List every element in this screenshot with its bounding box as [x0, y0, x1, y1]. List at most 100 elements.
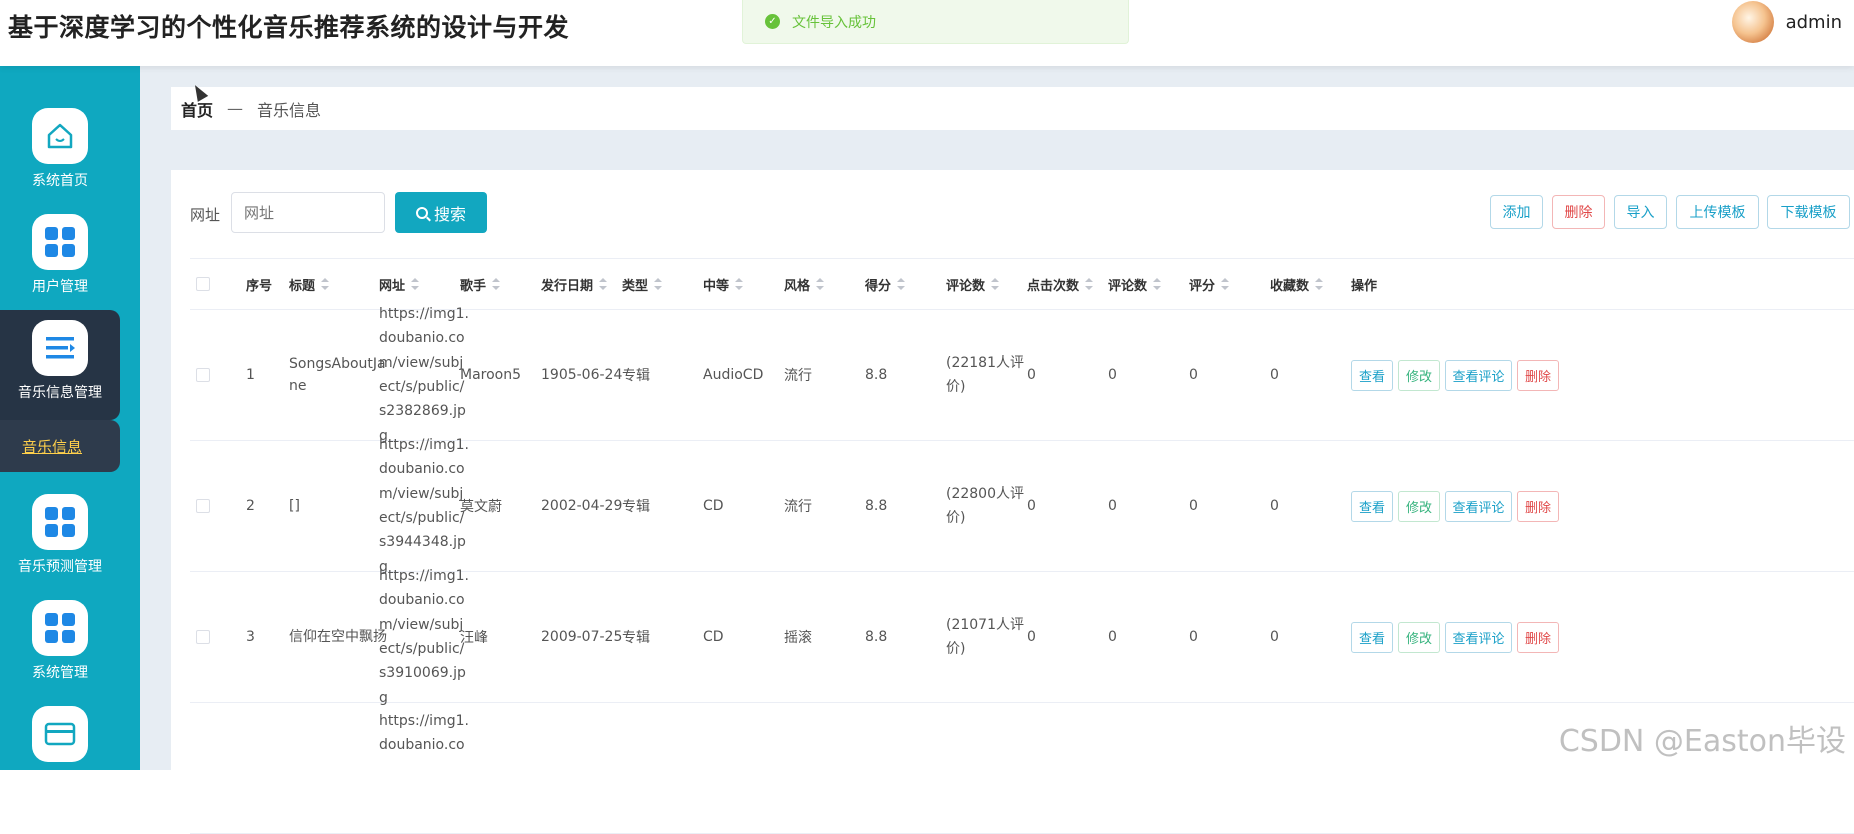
sidebar: 系统首页 用户管理 音乐信息管理 音乐信息 音乐预测管理 系统管理	[0, 66, 140, 770]
cell-score: 8.8	[865, 441, 887, 571]
import-button[interactable]: 导入	[1614, 195, 1667, 229]
sort-icon[interactable]	[1153, 278, 1161, 290]
sort-icon[interactable]	[1315, 278, 1323, 290]
sidebar-item-system[interactable]: 系统管理	[0, 600, 120, 682]
card-icon	[32, 706, 88, 762]
delete-row-button[interactable]: 删除	[1517, 622, 1559, 653]
column-header[interactable]: 点击次数	[1027, 259, 1093, 309]
cell-url: https://img1.doubanio.com/view/subject/s…	[379, 433, 471, 579]
sidebar-item-more[interactable]	[0, 706, 120, 762]
select-all-checkbox[interactable]	[196, 277, 210, 291]
view-button[interactable]: 查看	[1351, 622, 1393, 653]
cell-clicks: 0	[1027, 310, 1036, 440]
column-header[interactable]: 中等	[703, 259, 743, 309]
view-comments-button[interactable]: 查看评论	[1445, 491, 1512, 522]
search-button-label: 搜索	[434, 201, 466, 225]
delete-row-button[interactable]: 删除	[1517, 360, 1559, 391]
sidebar-item-label: 系统管理	[0, 662, 120, 682]
add-button[interactable]: 添加	[1490, 195, 1543, 229]
cell-medium: AudioCD	[703, 310, 763, 440]
column-header[interactable]: 标题	[289, 259, 329, 309]
cell-score: 8.8	[865, 310, 887, 440]
cell-singer: Maroon5	[460, 310, 521, 440]
sort-icon[interactable]	[599, 278, 607, 290]
cell-title: []	[289, 495, 387, 517]
avatar[interactable]	[1732, 1, 1774, 43]
username[interactable]: admin	[1786, 12, 1842, 33]
search-button[interactable]: 搜索	[395, 192, 487, 233]
cell-style: 流行	[784, 310, 812, 440]
sort-icon[interactable]	[735, 278, 743, 290]
sidebar-item-users[interactable]: 用户管理	[0, 214, 120, 296]
column-header[interactable]: 评分	[1189, 259, 1229, 309]
row-checkbox[interactable]	[196, 499, 210, 513]
edit-button[interactable]: 修改	[1398, 360, 1440, 391]
app-title: 基于深度学习的个性化音乐推荐系统的设计与开发	[8, 8, 569, 44]
sidebar-item-label: 音乐信息管理	[0, 382, 120, 402]
download-template-button[interactable]: 下载模板	[1767, 195, 1850, 229]
sidebar-item-music-prediction[interactable]: 音乐预测管理	[0, 494, 120, 576]
sort-icon[interactable]	[492, 278, 500, 290]
cell-index: 1	[246, 310, 255, 440]
column-header[interactable]: 得分	[865, 259, 905, 309]
main-content: 首页 — 音乐信息 网址 搜索 添加 删除 导入 上传模板 下载模板 序号 标题…	[140, 66, 1854, 770]
sort-icon[interactable]	[654, 278, 662, 290]
column-header[interactable]: 发行日期	[541, 259, 607, 309]
column-header[interactable]: 评论数	[1108, 259, 1161, 309]
column-header: 操作	[1351, 259, 1377, 309]
table-row: 3 信仰在空中飘扬 https://img1.doubanio.com/view…	[190, 572, 1854, 703]
view-button[interactable]: 查看	[1351, 491, 1393, 522]
column-header[interactable]: 收藏数	[1270, 259, 1323, 309]
content-panel: 网址 搜索 添加 删除 导入 上传模板 下载模板 序号 标题 网址 歌手 发行日…	[171, 170, 1854, 770]
cell-singer: 莫文蔚	[460, 441, 502, 571]
table-row: 2 [] https://img1.doubanio.com/view/subj…	[190, 441, 1854, 572]
user-menu[interactable]: admin	[1732, 0, 1842, 44]
sort-icon[interactable]	[1085, 278, 1093, 290]
submenu-music-info[interactable]: 音乐信息	[0, 420, 120, 472]
breadcrumb-current: 音乐信息	[257, 97, 321, 121]
edit-button[interactable]: 修改	[1398, 622, 1440, 653]
search-icon	[416, 207, 428, 219]
cell-rating: 0	[1189, 310, 1198, 440]
upload-template-button[interactable]: 上传模板	[1676, 195, 1759, 229]
toast-message: 文件导入成功	[792, 12, 876, 32]
cell-score: 8.8	[865, 572, 887, 702]
cell-comments: 0	[1108, 310, 1117, 440]
delete-row-button[interactable]: 删除	[1517, 491, 1559, 522]
row-checkbox[interactable]	[196, 630, 210, 644]
edit-button[interactable]: 修改	[1398, 491, 1440, 522]
sort-icon[interactable]	[411, 278, 419, 290]
sort-icon[interactable]	[321, 278, 329, 290]
view-comments-button[interactable]: 查看评论	[1445, 622, 1512, 653]
sidebar-item-home[interactable]: 系统首页	[0, 108, 120, 190]
cell-reviews: (21071人评价)	[946, 613, 1026, 661]
cell-comments: 0	[1108, 572, 1117, 702]
column-header[interactable]: 风格	[784, 259, 824, 309]
sort-icon[interactable]	[991, 278, 999, 290]
cell-url: https://img1.doubanio.com/view/subject/s…	[379, 564, 471, 710]
cell-favorites: 0	[1270, 441, 1279, 571]
search-label: 网址	[190, 204, 220, 225]
top-header: 基于深度学习的个性化音乐推荐系统的设计与开发 ✓ 文件导入成功 admin	[0, 0, 1854, 66]
sort-icon[interactable]	[816, 278, 824, 290]
sort-icon[interactable]	[897, 278, 905, 290]
cell-comments: 0	[1108, 441, 1117, 571]
cell-rating: 0	[1189, 441, 1198, 571]
view-button[interactable]: 查看	[1351, 360, 1393, 391]
column-header[interactable]: 类型	[622, 259, 662, 309]
view-comments-button[interactable]: 查看评论	[1445, 360, 1512, 391]
search-input[interactable]	[231, 192, 385, 233]
cell-clicks: 0	[1027, 441, 1036, 571]
cell-clicks: 0	[1027, 572, 1036, 702]
cell-favorites: 0	[1270, 572, 1279, 702]
cell-type: 专辑	[622, 441, 650, 571]
delete-button[interactable]: 删除	[1552, 195, 1605, 229]
sidebar-item-music-info[interactable]: 音乐信息管理	[0, 310, 120, 420]
cell-style: 摇滚	[784, 572, 812, 702]
row-checkbox[interactable]	[196, 368, 210, 382]
cell-index: 2	[246, 441, 255, 571]
submenu-item-label[interactable]: 音乐信息	[22, 436, 82, 457]
cell-reviews: (22181人评价)	[946, 351, 1026, 399]
sort-icon[interactable]	[1221, 278, 1229, 290]
column-header[interactable]: 评论数	[946, 259, 999, 309]
